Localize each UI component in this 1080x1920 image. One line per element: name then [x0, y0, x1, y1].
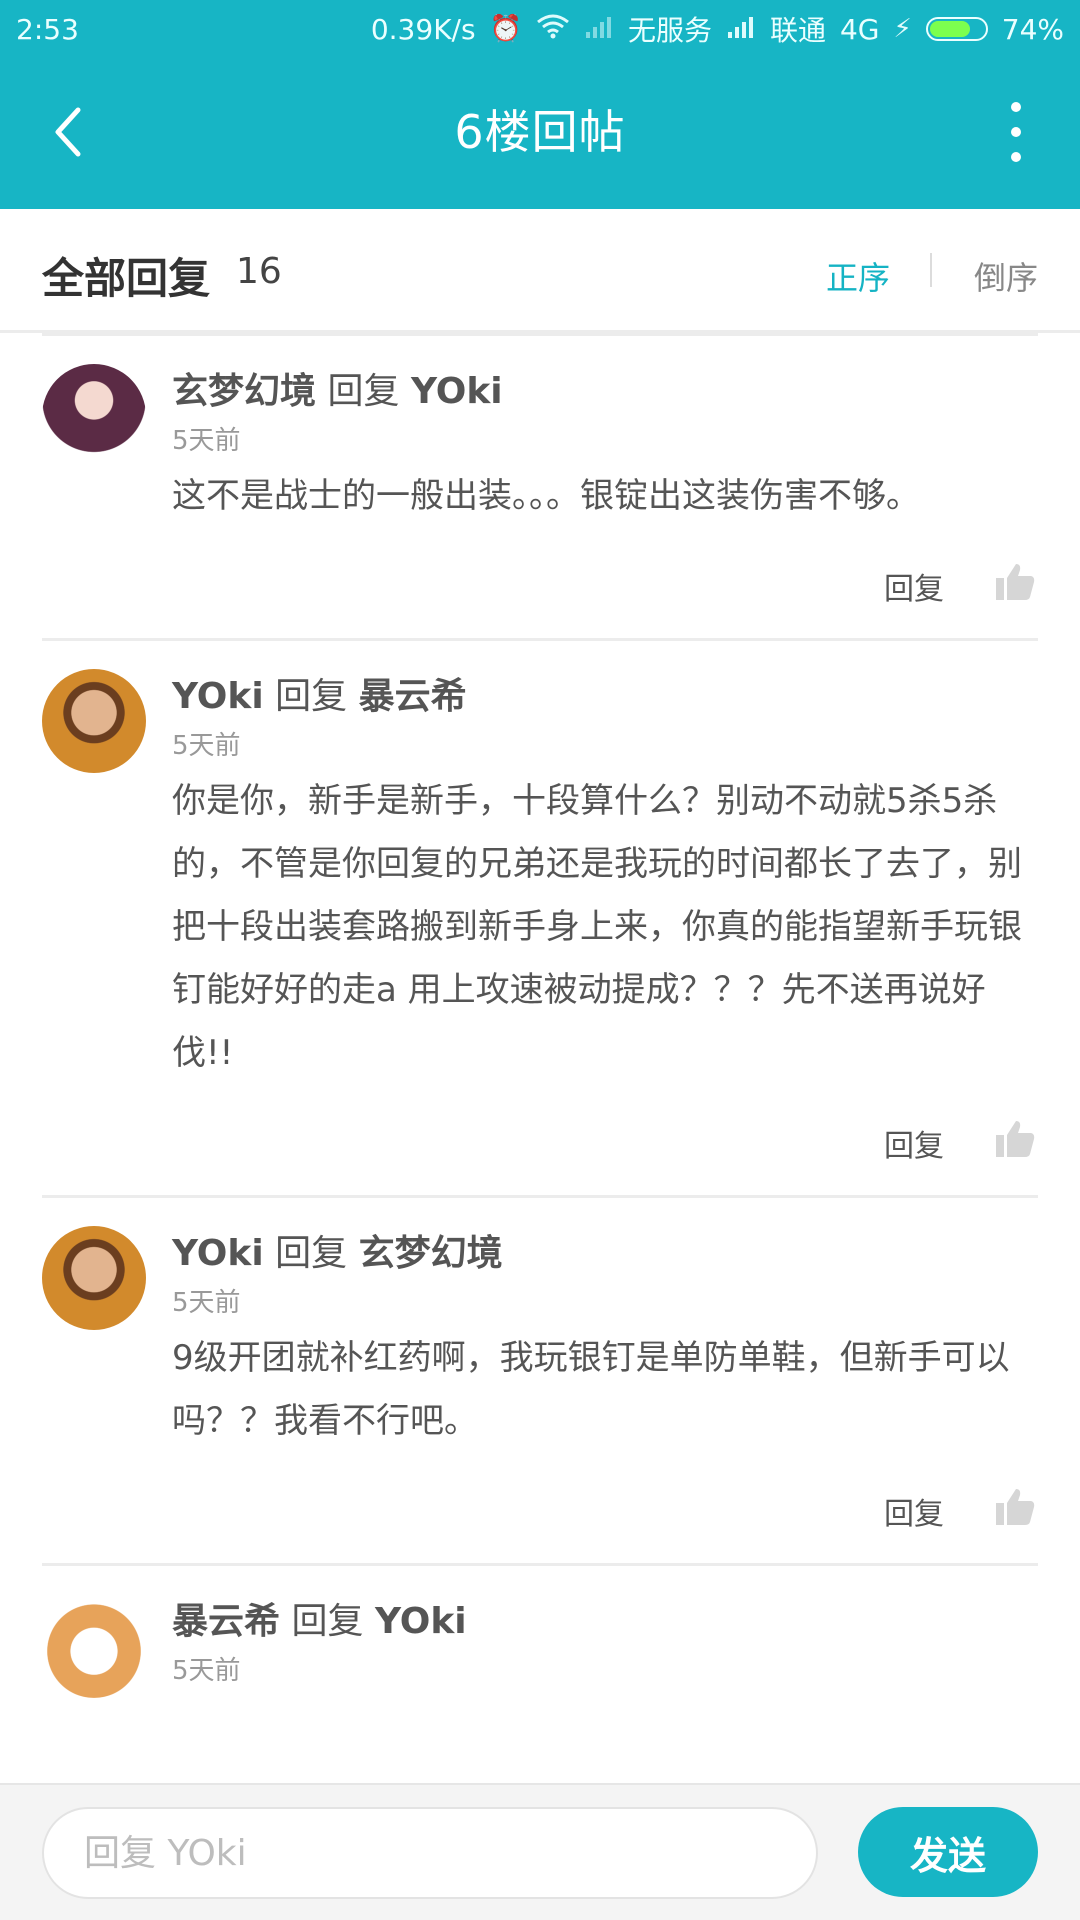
reply-target[interactable]: YOki — [411, 371, 503, 412]
charging-icon: ⚡ — [893, 14, 912, 44]
avatar[interactable] — [42, 1594, 146, 1698]
reply-input[interactable] — [42, 1807, 818, 1899]
sort-descending-tab[interactable]: 倒序 — [974, 253, 1038, 299]
comment-item: 暴云希 回复 YOki 5天前 — [0, 1566, 1080, 1698]
top-bar: 2:53 0.39K/s ⏰ 无服务 联通 4G ⚡ 74% 6楼回帖 — [0, 0, 1080, 209]
comment-actions: 回复 — [0, 1453, 1080, 1563]
comment-time: 5天前 — [172, 426, 241, 456]
sort-bar: 全部回复 16 正序 倒序 — [0, 209, 1080, 333]
signal-icon — [726, 14, 756, 45]
reply-target[interactable]: 玄梦幻境 — [359, 1233, 503, 1274]
avatar[interactable] — [42, 669, 146, 773]
network-speed: 0.39K/s — [370, 12, 476, 46]
more-options-button[interactable] — [998, 102, 1034, 162]
comment-item: 玄梦幻境 回复 YOki 5天前 这不是战士的一般出装。。。银锭出这装伤害不够。 — [0, 336, 1080, 528]
comment-item: YOki 回复 玄梦幻境 5天前 9级开团就补红药啊，我玩银钉是单防单鞋，但新手… — [0, 1198, 1080, 1453]
avatar[interactable] — [42, 1226, 146, 1330]
comment-time: 5天前 — [172, 1288, 241, 1318]
network-type: 4G — [839, 12, 880, 46]
reply-word: 回复 — [291, 1601, 364, 1642]
carrier-name: 联通 — [769, 14, 826, 47]
all-replies-title: 全部回复 — [42, 254, 211, 303]
reply-target[interactable]: 暴云希 — [359, 676, 467, 717]
avatar[interactable] — [42, 364, 146, 468]
reply-link[interactable]: 回复 — [884, 1121, 944, 1165]
comment-actions: 回复 — [0, 528, 1080, 638]
battery-fill — [929, 21, 970, 37]
page-title: 6楼回帖 — [454, 105, 626, 159]
wifi-icon — [536, 13, 570, 46]
reply-word: 回复 — [275, 676, 348, 717]
comment-author[interactable]: YOki — [172, 676, 264, 717]
no-signal-icon — [584, 14, 614, 45]
comment-item: YOki 回复 暴云希 5天前 你是你，新手是新手，十段算什么？别动不动就5杀5… — [0, 641, 1080, 1085]
reply-word: 回复 — [275, 1233, 348, 1274]
comment-header: YOki 回复 玄梦幻境 — [172, 1224, 1038, 1276]
comment-body: 这不是战士的一般出装。。。银锭出这装伤害不够。 — [172, 476, 920, 516]
send-button[interactable]: 发送 — [858, 1807, 1038, 1897]
reply-target[interactable]: YOki — [375, 1601, 467, 1642]
comment-author[interactable]: YOki — [172, 1233, 264, 1274]
comment-body: 你是你，新手是新手，十段算什么？别动不动就5杀5杀的，不管是你回复的兄弟还是我玩… — [172, 781, 1022, 1073]
comment-author[interactable]: 暴云希 — [172, 1601, 280, 1642]
comment-body: 9级开团就补红药啊，我玩银钉是单防单鞋，但新手可以吗？？我看不行吧。 — [172, 1338, 1010, 1441]
status-time: 2:53 — [16, 12, 79, 46]
comment-actions: 回复 — [0, 1085, 1080, 1195]
sim1-status: 无服务 — [627, 14, 712, 47]
reply-link[interactable]: 回复 — [884, 564, 944, 608]
reply-word: 回复 — [327, 371, 400, 412]
comment-time: 5天前 — [172, 1656, 241, 1686]
thumbs-up-icon[interactable] — [994, 560, 1035, 600]
thumbs-up-icon[interactable] — [994, 1117, 1035, 1157]
comment-header: 暴云希 回复 YOki — [172, 1592, 1038, 1644]
comment-feed[interactable]: 回复 玄梦幻境 回复 YOki 5天前 这不是战士的一般出装。。。银锭出这装伤害… — [0, 333, 1080, 1783]
comment-author[interactable]: 玄梦幻境 — [172, 371, 316, 412]
sort-divider — [930, 253, 932, 287]
battery-percent: 74% — [1001, 12, 1064, 46]
status-bar: 2:53 0.39K/s ⏰ 无服务 联通 4G ⚡ 74% — [0, 0, 1080, 58]
more-vertical-icon — [1011, 102, 1021, 112]
comment-time: 5天前 — [172, 731, 241, 761]
thumbs-up-icon[interactable] — [994, 1485, 1035, 1525]
battery-icon — [925, 17, 988, 41]
comment-header: YOki 回复 暴云希 — [172, 667, 1038, 719]
reply-bar: 发送 — [0, 1783, 1080, 1920]
sort-ascending-tab[interactable]: 正序 — [826, 253, 890, 299]
reply-count: 16 — [236, 251, 282, 292]
comment-header: 玄梦幻境 回复 YOki — [172, 362, 1038, 414]
alarm-icon: ⏰ — [489, 14, 522, 44]
reply-link[interactable]: 回复 — [884, 1489, 944, 1533]
app-bar: 6楼回帖 — [0, 58, 1080, 209]
